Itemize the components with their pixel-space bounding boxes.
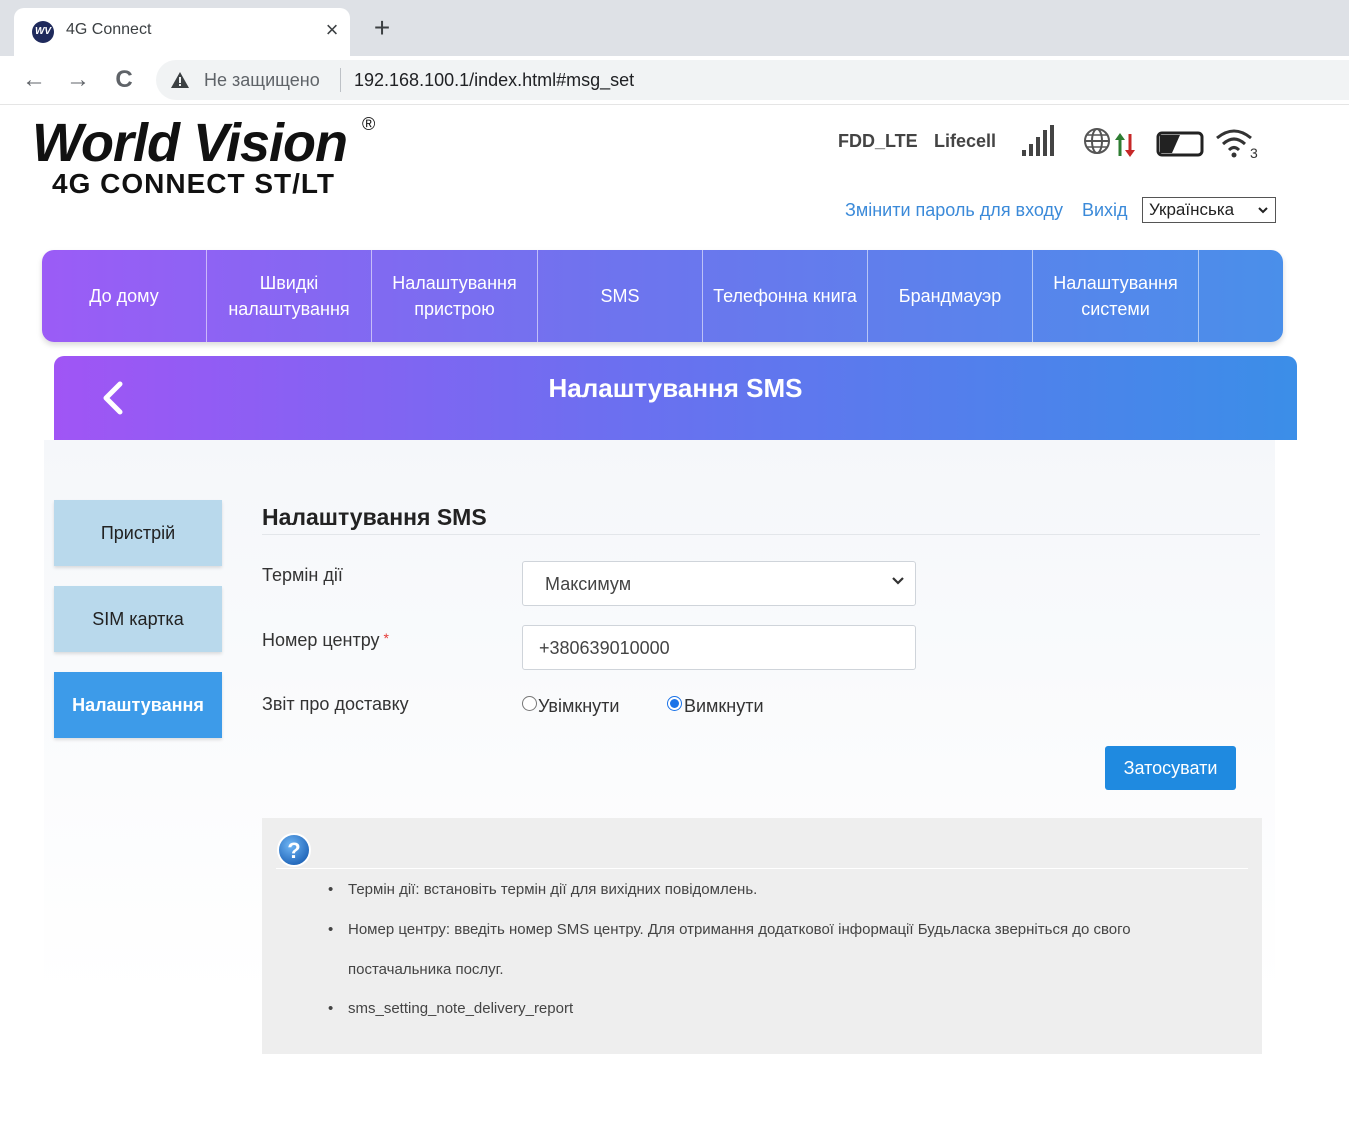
main-nav: До дому Швидкі налаштування Налаштування…	[42, 250, 1283, 342]
change-password-link[interactable]: Змінити пароль для входу	[845, 200, 1063, 221]
logout-link[interactable]: Вихід	[1082, 200, 1128, 221]
nav-home[interactable]: До дому	[42, 250, 207, 342]
note-bullet: •	[328, 921, 334, 938]
nav-quick-setup[interactable]: Швидкі налаштування	[207, 250, 372, 342]
delivery-report-on-radio[interactable]	[522, 696, 537, 711]
reload-icon[interactable]: C	[110, 66, 138, 94]
page-title: Налаштування SMS	[548, 373, 803, 403]
nav-firewall[interactable]: Брандмауэр	[868, 250, 1033, 342]
favicon-icon: WV	[32, 21, 54, 43]
network-type: FDD_LTE	[838, 131, 918, 151]
validity-select[interactable]: Максимум	[522, 561, 916, 606]
back-arrow-icon[interactable]: ←	[20, 66, 48, 94]
section-title: Налаштування SMS	[262, 504, 487, 530]
close-tab-icon[interactable]: ×	[320, 18, 344, 42]
delivery-report-off-label[interactable]: Вимкнути	[684, 696, 764, 717]
operator-name: Lifecell	[934, 131, 997, 151]
center-number-input[interactable]: +380639010000	[522, 625, 916, 670]
browser-tab[interactable]: WV 4G Connect ×	[14, 8, 350, 56]
nav-device-settings[interactable]: Налаштування пристрою	[372, 250, 538, 342]
help-box: ? • Термін дії: встановіть термін дії дл…	[262, 818, 1262, 1054]
globe-icon	[1084, 128, 1110, 154]
help-icon: ?	[277, 833, 311, 867]
wifi-icon: 3	[1216, 129, 1258, 160]
sidebar-item-settings[interactable]: Налаштування	[54, 672, 222, 738]
center-number-label: Номер центру *	[262, 630, 389, 651]
note-bullet: •	[328, 1000, 334, 1017]
nav-phonebook[interactable]: Телефонна книга	[703, 250, 868, 342]
center-number-value: +380639010000	[539, 638, 670, 658]
note-center-number: Номер центру: введіть номер SMS центру. …	[348, 921, 1131, 938]
new-tab-icon[interactable]: +	[368, 14, 396, 42]
address-bar[interactable]: Не защищено 192.168.100.1/index.html#msg…	[156, 60, 1349, 100]
language-value: Українська	[1149, 200, 1235, 219]
brand-logo: World Vision	[32, 113, 348, 173]
delivery-report-label: Звіт про доставку	[262, 694, 409, 714]
forward-arrow-icon[interactable]: →	[64, 66, 92, 94]
battery-icon	[1156, 131, 1204, 157]
center-number-label-text: Номер центру	[262, 630, 380, 650]
tab-title: 4G Connect	[66, 21, 152, 38]
nav-sms[interactable]: SMS	[538, 250, 703, 342]
data-arrows-icon	[1115, 133, 1135, 157]
page-header: Налаштування SMS	[54, 356, 1297, 440]
required-mark: *	[383, 630, 389, 646]
language-select[interactable]: Українська	[1142, 197, 1276, 223]
brand-subtitle: 4G CONNECT ST/LT	[52, 168, 336, 199]
note-validity: Термін дії: встановіть термін дії для ви…	[348, 881, 758, 898]
warning-icon	[171, 72, 189, 88]
section-divider	[262, 534, 1260, 535]
note-center-number-cont: постачальника послуг.	[348, 961, 504, 978]
security-status[interactable]: Не защищено	[204, 70, 320, 91]
delivery-report-on-label[interactable]: Увімкнути	[538, 696, 619, 717]
apply-button[interactable]: Затосувати	[1105, 746, 1236, 790]
chevron-down-icon	[892, 577, 904, 585]
help-divider	[276, 868, 1248, 869]
validity-value: Максимум	[545, 574, 632, 594]
sidebar-item-device[interactable]: Пристрій	[54, 500, 222, 566]
sidebar-item-sim-card[interactable]: SIM картка	[54, 586, 222, 652]
chevron-down-icon	[1258, 207, 1268, 214]
signal-icon	[1022, 125, 1054, 156]
note-delivery-report: sms_setting_note_delivery_report	[348, 1000, 574, 1017]
url-divider	[340, 68, 341, 92]
validity-label: Термін дії	[262, 565, 343, 585]
nav-system-settings[interactable]: Налаштування системи	[1033, 250, 1199, 342]
wifi-client-count: 3	[1250, 145, 1258, 160]
note-bullet: •	[328, 881, 334, 898]
browser-toolbar: ← → C Не защищено 192.168.100.1/index.ht…	[0, 56, 1349, 105]
delivery-report-off-radio[interactable]	[667, 696, 682, 711]
url-text[interactable]: 192.168.100.1/index.html#msg_set	[354, 70, 634, 91]
registered-mark: ®	[362, 114, 376, 134]
help-icon-glyph: ?	[287, 838, 300, 863]
browser-tabbar: WV 4G Connect × +	[0, 0, 1349, 56]
